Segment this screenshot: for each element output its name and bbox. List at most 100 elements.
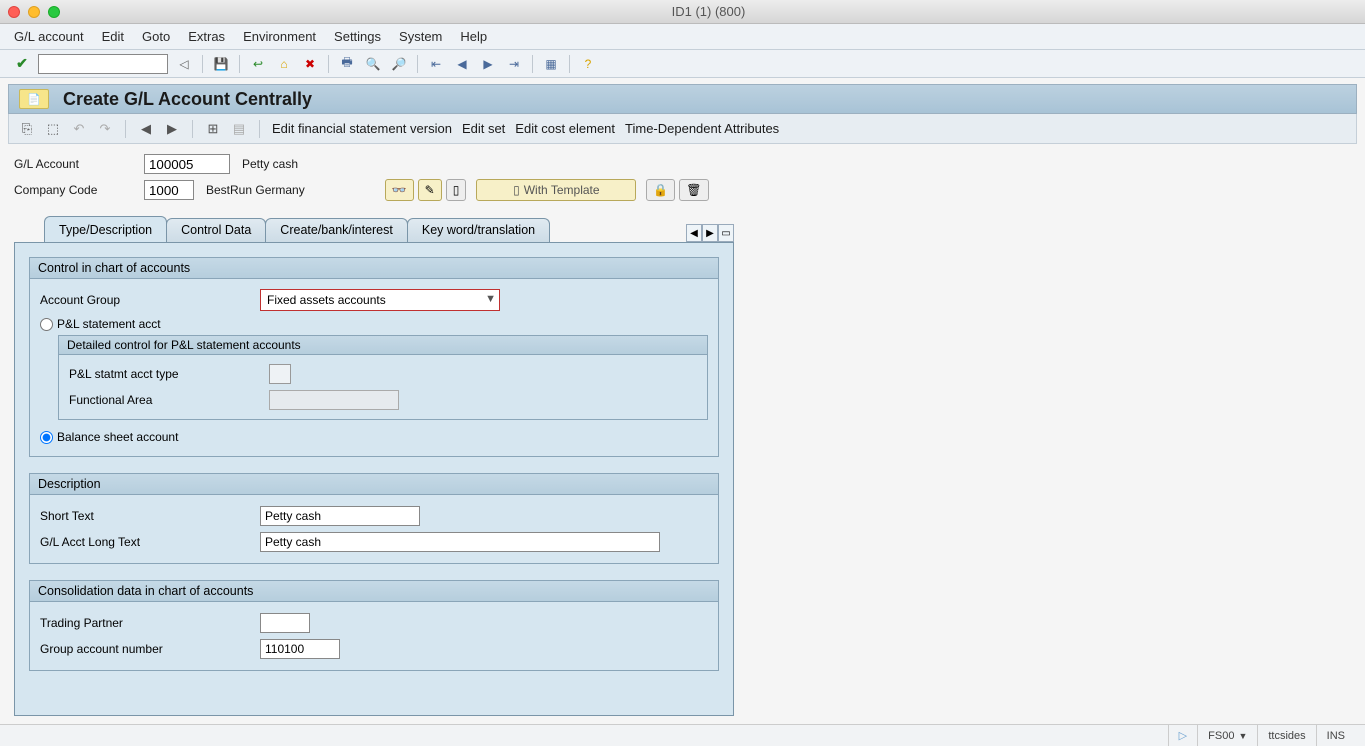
standard-toolbar: ✔ ◁ 💾 ↩ ⌂ ✖ 🖶 🔍 🔎 ⇤ ◀ ▶ ⇥ ▦ ? <box>0 50 1365 78</box>
menu-extras[interactable]: Extras <box>188 29 225 44</box>
command-field[interactable] <box>38 54 168 74</box>
group-consolidation: Consolidation data in chart of accounts … <box>29 580 719 671</box>
long-text-label: G/L Acct Long Text <box>40 535 260 549</box>
gl-account-label: G/L Account <box>14 157 144 171</box>
other-object-icon[interactable]: ⎘ <box>19 121 35 137</box>
triangle-right-icon: ▷ <box>1179 729 1187 742</box>
edit-cost-element-button[interactable]: Edit cost element <box>515 121 615 136</box>
window-title: ID1 (1) (800) <box>60 4 1357 19</box>
pl-statement-label: P&L statement acct <box>57 317 161 331</box>
tab-scroll-list[interactable]: ▭ <box>718 224 734 242</box>
first-page-icon[interactable]: ⇤ <box>426 54 446 74</box>
zoom-window-button[interactable] <box>48 6 60 18</box>
doc-button[interactable]: ▯ <box>446 179 467 201</box>
close-window-button[interactable] <box>8 6 20 18</box>
exit-icon[interactable]: ⌂ <box>274 54 294 74</box>
tab-scroll-left[interactable]: ◀ <box>686 224 702 242</box>
balance-sheet-radio[interactable] <box>40 431 53 444</box>
with-template-button[interactable]: ▯ With Template <box>476 179 636 201</box>
print-icon[interactable]: 🖶 <box>337 54 357 74</box>
edit-fin-stmt-button[interactable]: Edit financial statement version <box>272 121 452 136</box>
status-user: ttcsides <box>1257 725 1315 746</box>
redo-icon[interactable]: ↷ <box>97 121 113 137</box>
next-icon[interactable]: ▶ <box>164 121 180 137</box>
chevron-down-icon: ▼ <box>1238 731 1247 741</box>
hierarchy-icon[interactable]: ⬚ <box>45 121 61 137</box>
tab-scroll-right[interactable]: ▶ <box>702 224 718 242</box>
minimize-window-button[interactable] <box>28 6 40 18</box>
time-dependent-button[interactable]: Time-Dependent Attributes <box>625 121 779 136</box>
group-description: Description Short Text G/L Acct Long Tex… <box>29 473 719 564</box>
group-control-chart: Control in chart of accounts Account Gro… <box>29 257 719 457</box>
menu-goto[interactable]: Goto <box>142 29 170 44</box>
cancel-icon[interactable]: ✖ <box>300 54 320 74</box>
page-title: Create G/L Account Centrally <box>63 89 312 110</box>
menu-system[interactable]: System <box>399 29 442 44</box>
pl-type-label: P&L statmt acct type <box>69 367 269 381</box>
find-next-icon[interactable]: 🔎 <box>389 54 409 74</box>
menu-edit[interactable]: Edit <box>102 29 124 44</box>
gl-account-desc: Petty cash <box>242 157 298 171</box>
edit-icon-button[interactable]: ✎ <box>418 179 442 201</box>
subgroup-pl-detail-title: Detailed control for P&L statement accou… <box>59 336 707 355</box>
group-account-input[interactable] <box>260 639 340 659</box>
tab-create-bank-interest[interactable]: Create/bank/interest <box>265 218 408 242</box>
menu-gl-account[interactable]: G/L account <box>14 29 84 44</box>
next-page-icon[interactable]: ▶ <box>478 54 498 74</box>
group-consolidation-title: Consolidation data in chart of accounts <box>30 581 718 602</box>
statusbar: ▷ FS00 ▼ ttcsides INS <box>0 724 1365 746</box>
long-text-input[interactable] <box>260 532 660 552</box>
group-control-chart-title: Control in chart of accounts <box>30 258 718 279</box>
back-icon[interactable]: ↩ <box>248 54 268 74</box>
functional-area-label: Functional Area <box>69 393 269 407</box>
last-page-icon[interactable]: ⇥ <box>504 54 524 74</box>
tab-type-description[interactable]: Type/Description <box>44 216 167 242</box>
pl-statement-radio[interactable] <box>40 318 53 331</box>
history-dropdown-icon[interactable]: ◁ <box>174 54 194 74</box>
find-icon[interactable]: 🔍 <box>363 54 383 74</box>
subgroup-pl-detail: Detailed control for P&L statement accou… <box>58 335 708 420</box>
page-header-icon: 📄 <box>19 89 49 109</box>
prev-icon[interactable]: ◀ <box>138 121 154 137</box>
delete-button[interactable]: 🗑 <box>679 179 708 201</box>
application-toolbar: ⎘ ⬚ ↶ ↷ ◀ ▶ ⊞ ▤ Edit financial statement… <box>8 114 1357 144</box>
tab-keyword-translation[interactable]: Key word/translation <box>407 218 550 242</box>
tab-body: Control in chart of accounts Account Gro… <box>14 242 734 716</box>
gl-account-input[interactable] <box>144 154 230 174</box>
company-code-desc: BestRun Germany <box>206 183 305 197</box>
status-tcode[interactable]: FS00 ▼ <box>1197 725 1257 746</box>
short-text-input[interactable] <box>260 506 420 526</box>
group-account-label: Group account number <box>40 642 260 656</box>
menu-help[interactable]: Help <box>460 29 487 44</box>
status-nav[interactable]: ▷ <box>1168 725 1197 746</box>
trading-partner-label: Trading Partner <box>40 616 260 630</box>
tab-strip: Type/Description Control Data Create/ban… <box>14 216 734 242</box>
prev-page-icon[interactable]: ◀ <box>452 54 472 74</box>
with-template-label: With Template <box>524 183 600 197</box>
help-icon[interactable]: ? <box>578 54 598 74</box>
group-description-title: Description <box>30 474 718 495</box>
short-text-label: Short Text <box>40 509 260 523</box>
account-group-select[interactable]: Fixed assets accounts <box>260 289 500 311</box>
company-code-input[interactable] <box>144 180 194 200</box>
undo-icon[interactable]: ↶ <box>71 121 87 137</box>
enter-icon[interactable]: ✔ <box>12 54 32 74</box>
menu-settings[interactable]: Settings <box>334 29 381 44</box>
page-header: 📄 Create G/L Account Centrally <box>8 84 1357 114</box>
status-mode: INS <box>1316 725 1355 746</box>
list-icon[interactable]: ▤ <box>231 121 247 137</box>
tree-icon[interactable]: ⊞ <box>205 121 221 137</box>
save-icon[interactable]: 💾 <box>211 54 231 74</box>
functional-area-input[interactable] <box>269 390 399 410</box>
new-session-icon[interactable]: ▦ <box>541 54 561 74</box>
trading-partner-input[interactable] <box>260 613 310 633</box>
menu-environment[interactable]: Environment <box>243 29 316 44</box>
template-icon: ▯ <box>513 183 520 197</box>
lock-button[interactable]: 🔒 <box>646 179 675 201</box>
display-icon-button[interactable]: 👓 <box>385 179 414 201</box>
edit-set-button[interactable]: Edit set <box>462 121 505 136</box>
balance-sheet-label: Balance sheet account <box>57 430 178 444</box>
tab-control-data[interactable]: Control Data <box>166 218 266 242</box>
pl-type-input[interactable] <box>269 364 291 384</box>
titlebar: ID1 (1) (800) <box>0 0 1365 24</box>
